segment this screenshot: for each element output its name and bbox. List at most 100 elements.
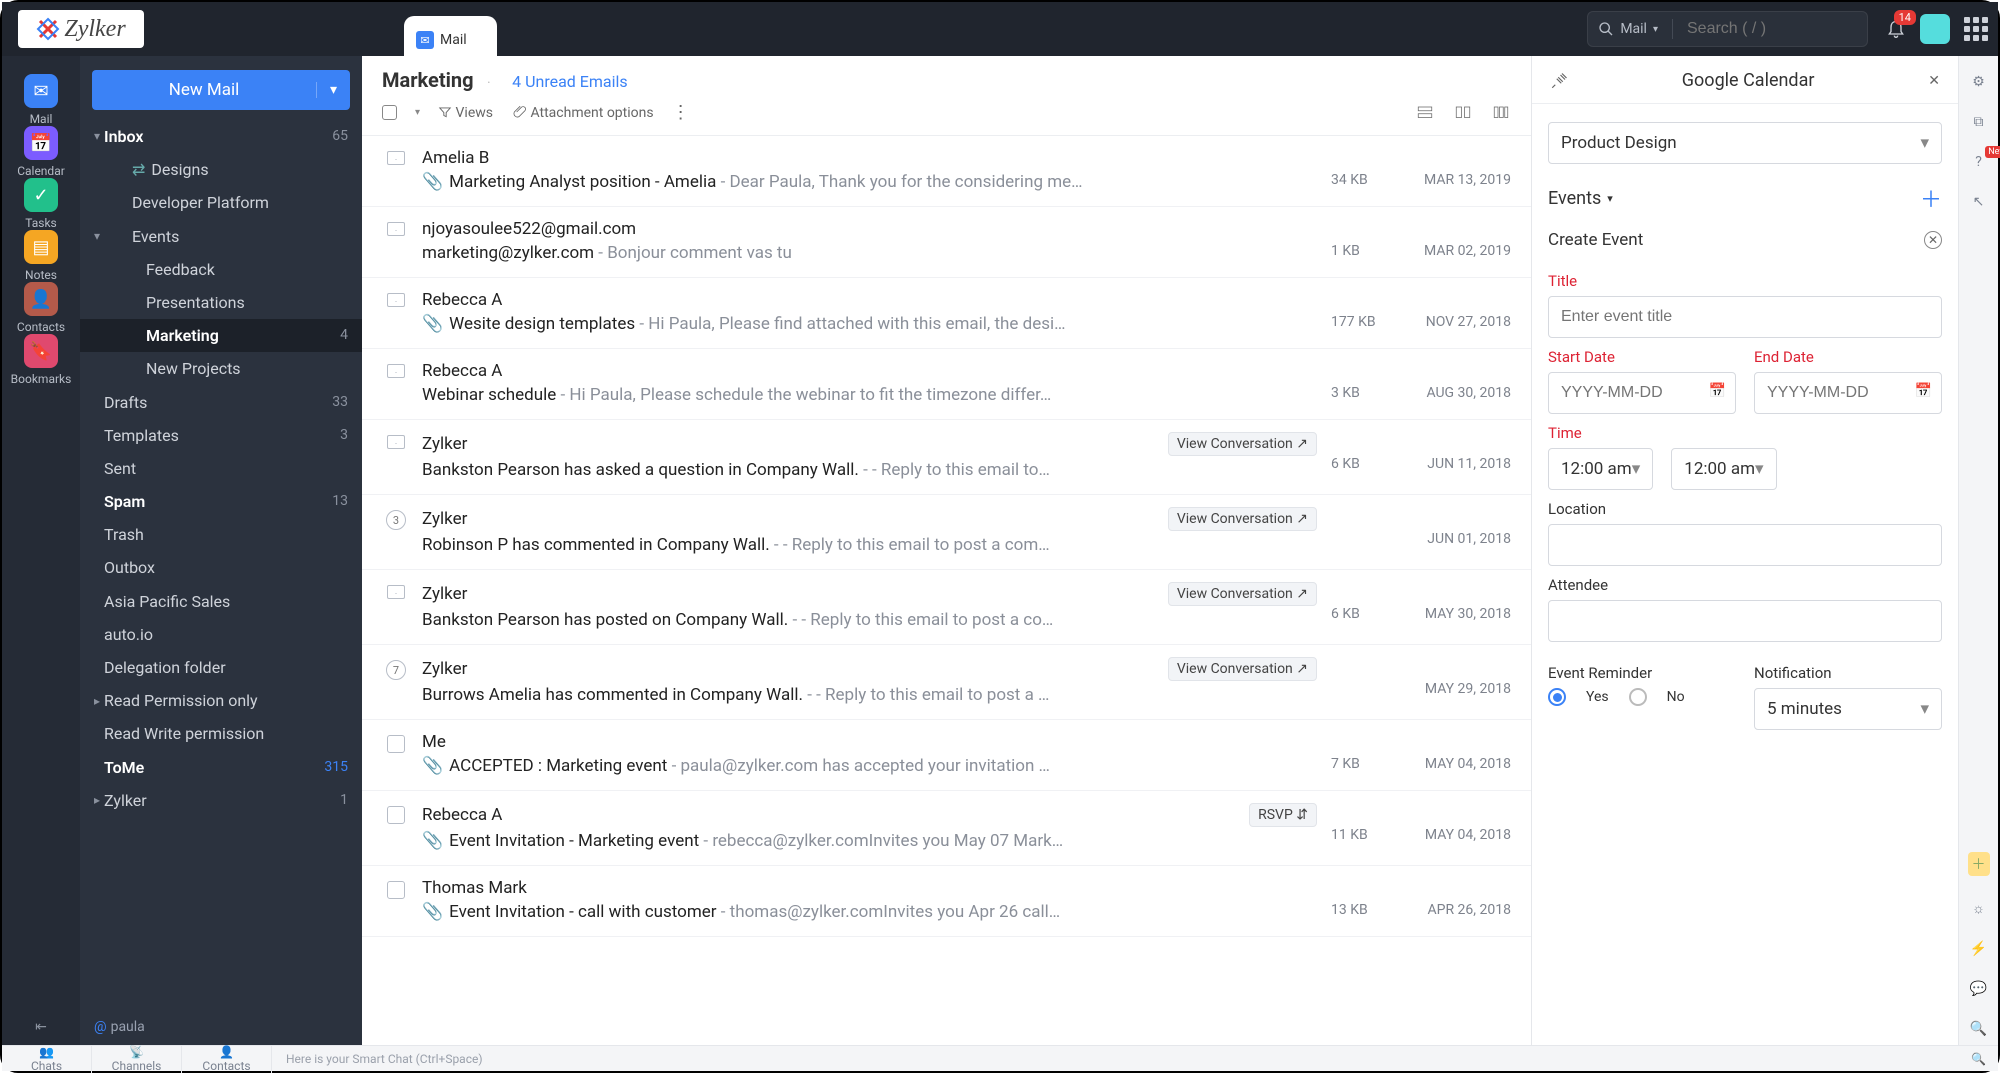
close-panel-icon[interactable]: ✕ — [1928, 73, 1940, 89]
folder-read-write-permission[interactable]: Read Write permission — [80, 717, 362, 750]
email-row[interactable]: Me 📎ACCEPTED : Marketing event - paula@z… — [362, 720, 1531, 791]
folder-spam[interactable]: Spam13 — [80, 485, 362, 518]
rsvp-pill[interactable]: RSVP ⇵ — [1249, 803, 1317, 827]
attendee-input[interactable] — [1548, 600, 1942, 642]
calendar-icon[interactable]: 📅 — [1915, 383, 1932, 399]
folder-templates[interactable]: Templates3 — [80, 419, 362, 452]
folder-drafts[interactable]: Drafts33 — [80, 386, 362, 419]
email-row[interactable]: ZylkerView Conversation ↗ Bankston Pears… — [362, 420, 1531, 495]
layout-icon-1[interactable] — [1415, 104, 1435, 122]
attachment-options-button[interactable]: Attachment options — [511, 105, 654, 121]
folder-tome[interactable]: ToMe315 — [80, 751, 362, 784]
notifications-button[interactable]: 14 — [1886, 18, 1906, 40]
events-heading[interactable]: Events — [1548, 188, 1601, 209]
end-date-label: End Date — [1754, 348, 1942, 366]
folder-designs[interactable]: ⇄Designs — [80, 153, 362, 186]
footer-contacts[interactable]: 👤Contacts — [182, 1045, 272, 1073]
email-row[interactable]: 7 ZylkerView Conversation ↗ Burrows Amel… — [362, 645, 1531, 720]
folder-events[interactable]: ▾Events — [80, 220, 362, 253]
apps-grid-icon[interactable] — [1964, 17, 1988, 41]
footer-chats[interactable]: 👥Chats — [2, 1045, 92, 1073]
folder-trash[interactable]: Trash — [80, 518, 362, 551]
search-icon[interactable]: 🔍 — [1970, 1021, 1987, 1037]
folder-marketing[interactable]: Marketing4 — [80, 319, 362, 352]
chat-icon[interactable]: 💬 — [1970, 981, 1987, 997]
gear-icon[interactable]: ⚙ — [1972, 74, 1985, 90]
folder-inbox[interactable]: ▾Inbox65 — [80, 120, 362, 153]
cursor-icon[interactable]: ↖ — [1973, 194, 1985, 210]
close-create-event-icon[interactable]: ✕ — [1924, 231, 1942, 249]
view-conversation-pill[interactable]: View Conversation ↗ — [1168, 507, 1317, 531]
footer-channels[interactable]: 📡Channels — [92, 1045, 182, 1073]
start-time-select[interactable]: 12:00 am▾ — [1548, 448, 1653, 490]
leftrail-bookmarks[interactable]: 🔖Bookmarks — [11, 334, 72, 386]
event-title-input[interactable] — [1548, 296, 1942, 338]
email-row[interactable]: Thomas Mark 📎Event Invitation - call wit… — [362, 866, 1531, 937]
select-dropdown-icon[interactable]: ▾ — [415, 107, 420, 118]
collapse-rail-icon[interactable]: ⇤ — [2, 1019, 80, 1035]
brand-logo[interactable]: Zylker — [18, 10, 144, 48]
notification-select[interactable]: 5 minutes▾ — [1754, 688, 1942, 730]
folder-asia-pacific-sales[interactable]: Asia Pacific Sales — [80, 585, 362, 618]
view-conversation-pill[interactable]: View Conversation ↗ — [1168, 657, 1317, 681]
view-conversation-pill[interactable]: View Conversation ↗ — [1168, 432, 1317, 456]
email-subject: Bankston Pearson has asked a question in… — [422, 460, 859, 480]
avatar[interactable] — [1920, 14, 1950, 44]
app-tab-mail[interactable]: ✉ Mail — [404, 16, 497, 56]
view-conversation-pill[interactable]: View Conversation ↗ — [1168, 582, 1317, 606]
leftrail-tasks[interactable]: ✓Tasks — [11, 178, 72, 230]
new-mail-button[interactable]: New Mail ▾ — [92, 70, 350, 110]
reminder-yes-radio[interactable] — [1548, 688, 1566, 706]
email-size: 7 KB — [1331, 756, 1360, 772]
email-row[interactable]: Amelia B 📎Marketing Analyst position - A… — [362, 136, 1531, 207]
add-event-button[interactable]: ＋ — [1920, 182, 1942, 214]
select-all-checkbox[interactable] — [382, 105, 397, 120]
search-input[interactable] — [1687, 20, 1857, 38]
email-list[interactable]: Amelia B 📎Marketing Analyst position - A… — [362, 136, 1531, 1045]
email-row[interactable]: Rebecca A Webinar schedule - Hi Paula, P… — [362, 349, 1531, 420]
location-input[interactable] — [1548, 524, 1942, 566]
layout-icon-3[interactable] — [1491, 104, 1511, 122]
help-icon[interactable]: ? — [1975, 154, 1982, 170]
email-subject: Webinar schedule — [422, 385, 556, 405]
more-menu-icon[interactable]: ⋮ — [672, 102, 692, 123]
reminder-no-radio[interactable] — [1629, 688, 1647, 706]
calendar-icon[interactable]: 📅 — [1709, 383, 1726, 399]
email-row[interactable]: Rebecca A 📎Wesite design templates - Hi … — [362, 278, 1531, 349]
unread-count[interactable]: 4 Unread Emails — [512, 72, 628, 91]
folder-auto.io[interactable]: auto.io — [80, 618, 362, 651]
email-size: 6 KB — [1331, 606, 1360, 622]
folder-sent[interactable]: Sent — [80, 452, 362, 485]
folder-developer-platform[interactable]: Developer Platform — [80, 186, 362, 219]
leftrail-mail[interactable]: ✉Mail — [11, 74, 72, 126]
theme-icon[interactable]: ☼ — [1972, 900, 1985, 917]
folder-feedback[interactable]: Feedback — [80, 253, 362, 286]
email-row[interactable]: Rebecca ARSVP ⇵ 📎Event Invitation - Mark… — [362, 791, 1531, 866]
end-time-select[interactable]: 12:00 am▾ — [1671, 448, 1776, 490]
search-group[interactable]: Mail ▾ — [1587, 11, 1868, 47]
footer-search-icon[interactable]: 🔍 — [1959, 1052, 1998, 1066]
views-button[interactable]: Views — [438, 105, 493, 121]
folder-presentations[interactable]: Presentations — [80, 286, 362, 319]
email-subject: Event Invitation - call with customer — [449, 902, 716, 922]
leftrail-notes[interactable]: ▤Notes — [11, 230, 72, 282]
search-scope[interactable]: Mail — [1620, 21, 1647, 37]
leftrail-contacts[interactable]: 👤Contacts — [11, 282, 72, 334]
folder-outbox[interactable]: Outbox — [80, 551, 362, 584]
email-row[interactable]: njoyasoulee522@gmail.com marketing@zylke… — [362, 207, 1531, 278]
folder-new-projects[interactable]: New Projects — [80, 352, 362, 385]
folder-read-permission-only[interactable]: ▸Read Permission only — [80, 684, 362, 717]
email-row[interactable]: 3 ZylkerView Conversation ↗ Robinson P h… — [362, 495, 1531, 570]
leftrail-calendar[interactable]: 📅Calendar — [11, 126, 72, 178]
plug-icon[interactable]: ⚡ — [1970, 941, 1987, 957]
plug-icon[interactable] — [1550, 72, 1568, 90]
folder-delegation-folder[interactable]: Delegation folder — [80, 651, 362, 684]
folder-zylker[interactable]: ▸Zylker1 — [80, 784, 362, 817]
widget-icon[interactable]: ⧉ — [1974, 114, 1984, 130]
user-tag[interactable]: @paula — [80, 1009, 362, 1045]
calendar-select[interactable]: Product Design ▾ — [1548, 122, 1942, 164]
add-widget-icon[interactable]: ＋ — [1968, 852, 1990, 876]
layout-icon-2[interactable] — [1453, 104, 1473, 122]
email-row[interactable]: ZylkerView Conversation ↗ Bankston Pears… — [362, 570, 1531, 645]
new-mail-dropdown[interactable]: ▾ — [316, 82, 350, 98]
